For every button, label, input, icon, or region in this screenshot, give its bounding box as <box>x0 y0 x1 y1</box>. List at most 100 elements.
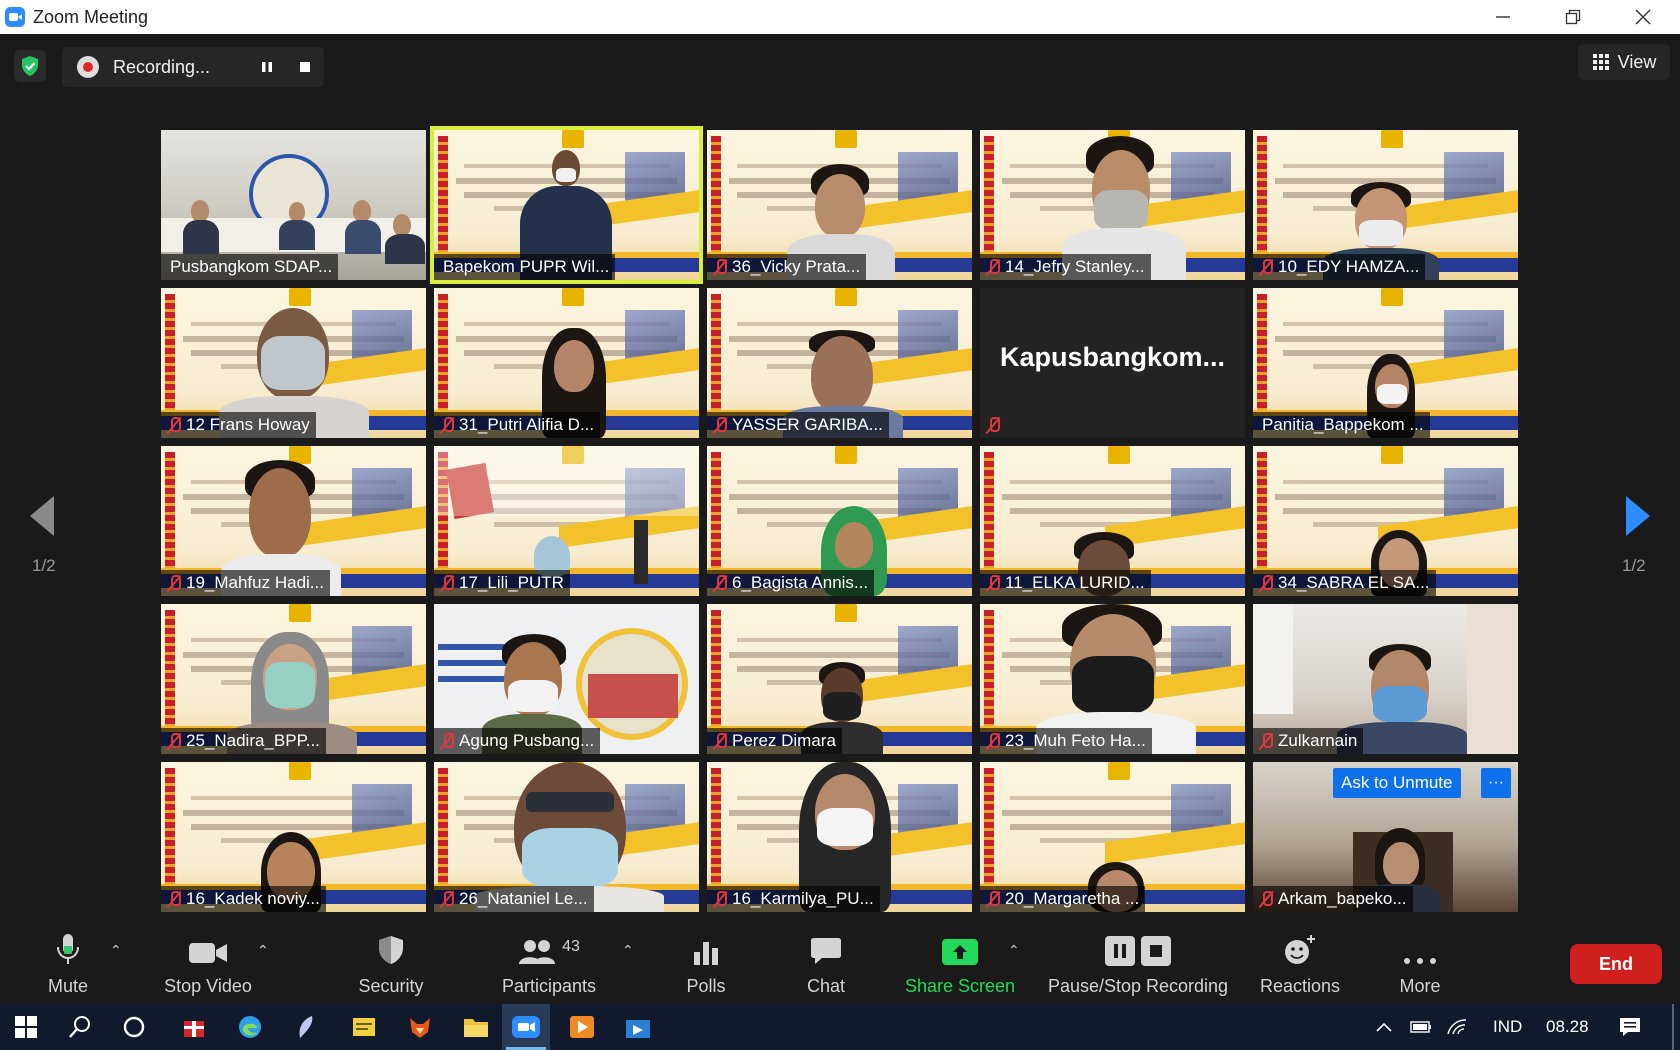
video-tile[interactable]: Pusbangkom SDAP... <box>161 130 426 280</box>
wifi-status[interactable] <box>1440 1004 1474 1050</box>
restore-button[interactable] <box>1538 0 1608 34</box>
participant-display-name: Kapusbangkom... <box>999 342 1226 372</box>
end-meeting-button[interactable]: End <box>1570 944 1662 984</box>
share-screen-button[interactable]: Share Screen <box>900 930 1020 1004</box>
taskbar-app-gift[interactable] <box>170 1004 218 1050</box>
participants-options-chevron-up-icon[interactable]: ⌃ <box>622 942 634 959</box>
taskbar-search-button[interactable] <box>56 1004 104 1050</box>
show-hidden-icons-button[interactable] <box>1366 1004 1402 1050</box>
battery-status[interactable] <box>1404 1004 1438 1050</box>
pause-icon <box>262 62 272 72</box>
taskbar-app-firefox[interactable] <box>396 1004 444 1050</box>
participant-name: 19_Mahfuz Hadi... <box>186 573 324 592</box>
stop-recording-button[interactable] <box>291 53 319 81</box>
participants-button[interactable]: 43 Participants <box>496 930 602 1004</box>
view-button[interactable]: View <box>1578 44 1670 80</box>
video-tile[interactable]: Panitia_Bappekom ... <box>1253 288 1518 438</box>
video-tile[interactable]: 17_Lili_PUTR <box>434 446 699 596</box>
show-desktop-button[interactable] <box>1672 1004 1674 1050</box>
previous-page-button[interactable] <box>28 494 56 543</box>
video-tile[interactable]: 26_Nataniel Le... <box>434 762 699 912</box>
action-center-button[interactable] <box>1606 1004 1654 1050</box>
pause-recording-button[interactable] <box>253 53 281 81</box>
pause-stop-recording-label: Pause/Stop Recording <box>1047 976 1229 996</box>
taskbar-app-store[interactable] <box>614 1004 662 1050</box>
video-tile[interactable]: 36_Vicky Prata... <box>707 130 972 280</box>
stop-video-button[interactable]: Stop Video <box>158 930 258 1004</box>
participant-name-label <box>980 412 1007 438</box>
share-options-chevron-up-icon[interactable]: ⌃ <box>1008 942 1020 959</box>
input-language-indicator[interactable]: IND <box>1493 1004 1522 1050</box>
audio-options-chevron-up-icon[interactable]: ⌃ <box>110 942 122 959</box>
restore-icon <box>1565 9 1581 25</box>
reactions-button[interactable]: Reactions <box>1254 930 1346 1004</box>
video-tile[interactable]: 16_Karmilya_PU... <box>707 762 972 912</box>
video-tile[interactable]: 10_EDY HAMZA... <box>1253 130 1518 280</box>
video-tile[interactable]: 19_Mahfuz Hadi... <box>161 446 426 596</box>
taskbar-app-feather[interactable] <box>282 1004 330 1050</box>
windows-logo-icon <box>15 1016 37 1038</box>
video-tile[interactable]: 20_Margaretha ... <box>980 762 1245 912</box>
video-tile[interactable]: 25_Nadira_BPP... <box>161 604 426 754</box>
video-tile[interactable]: 12 Frans Howay <box>161 288 426 438</box>
video-tile[interactable]: Zulkarnain <box>1253 604 1518 754</box>
taskbar-app-zoom[interactable] <box>502 1004 550 1050</box>
more-dots-icon <box>1404 958 1436 964</box>
video-tile[interactable]: 34_SABRA EL SA... <box>1253 446 1518 596</box>
more-button[interactable]: More <box>1390 930 1450 1004</box>
participant-name-label: Pusbangkom SDAP... <box>161 254 339 280</box>
video-tile[interactable]: 6_Bagista Annis... <box>707 446 972 596</box>
stop-video-label: Stop Video <box>164 976 252 996</box>
participant-name: Agung Pusbang... <box>459 731 595 750</box>
chat-button[interactable]: Chat <box>796 930 856 1004</box>
video-tile[interactable]: 16_Kadek noviy... <box>161 762 426 912</box>
chevron-right-icon <box>1626 496 1650 536</box>
participant-name: 12 Frans Howay <box>186 415 310 434</box>
windows-start-button[interactable] <box>2 1004 50 1050</box>
video-tile-camera-off[interactable]: Kapusbangkom... <box>980 288 1245 438</box>
taskbar-app-edge[interactable] <box>226 1004 274 1050</box>
video-tile[interactable]: 23_Muh Feto Ha... <box>980 604 1245 754</box>
chevron-up-icon <box>1376 1022 1392 1032</box>
video-tile[interactable]: 31_Putri Alifia D... <box>434 288 699 438</box>
video-tile[interactable]: Agung Pusbang... <box>434 604 699 754</box>
video-tile-active-speaker[interactable]: Bapekom PUPR Wil... <box>430 126 703 284</box>
microphone-icon <box>57 934 79 964</box>
taskbar-app-file-explorer[interactable] <box>452 1004 500 1050</box>
taskbar-app-media[interactable] <box>558 1004 606 1050</box>
system-clock[interactable]: 08.28 <box>1546 1004 1589 1050</box>
video-tile[interactable]: YASSER GARIBA... <box>707 288 972 438</box>
minimize-button[interactable] <box>1468 0 1538 34</box>
cortana-button[interactable] <box>110 1004 158 1050</box>
security-button[interactable]: Security <box>346 930 436 1004</box>
stop-icon <box>300 62 310 72</box>
video-options-chevron-up-icon[interactable]: ⌃ <box>257 942 269 959</box>
pause-stop-recording-button[interactable]: Pause/Stop Recording <box>1040 930 1236 1004</box>
close-window-button[interactable] <box>1608 0 1678 34</box>
video-tile[interactable]: 11_ELKA LURID... <box>980 446 1245 596</box>
tile-more-options-button[interactable]: ··· <box>1481 768 1511 798</box>
participant-name: 36_Vicky Prata... <box>732 257 861 276</box>
participant-name: 10_EDY HAMZA... <box>1278 257 1420 276</box>
video-tile[interactable]: 14_Jefry Stanley... <box>980 130 1245 280</box>
video-tile-hovered[interactable]: Ask to Unmute ··· Arkam_bapeko... <box>1253 762 1518 912</box>
ask-to-unmute-button[interactable]: Ask to Unmute <box>1333 768 1461 798</box>
video-tile[interactable]: Perez Dimara <box>707 604 972 754</box>
muted-mic-icon <box>1258 732 1274 750</box>
participant-name-label: 25_Nadira_BPP... <box>161 728 326 754</box>
pause-recording-icon <box>1105 936 1135 966</box>
polls-button[interactable]: Polls <box>676 930 736 1004</box>
video-camera-icon <box>189 943 227 963</box>
participant-name-label: 34_SABRA EL SA... <box>1253 570 1436 596</box>
participant-name-label: Arkam_bapeko... <box>1253 886 1413 912</box>
muted-mic-icon <box>439 890 455 908</box>
taskbar-app-notes[interactable] <box>340 1004 388 1050</box>
muted-mic-icon <box>985 258 1001 276</box>
muted-mic-icon <box>1258 258 1274 276</box>
participant-name: 23_Muh Feto Ha... <box>1005 731 1146 750</box>
mute-button[interactable]: Mute <box>38 930 98 1004</box>
next-page-button[interactable] <box>1624 494 1652 543</box>
shield-check-icon <box>22 56 38 76</box>
encryption-shield-button[interactable] <box>14 50 46 82</box>
participant-name-label: 36_Vicky Prata... <box>707 254 867 280</box>
